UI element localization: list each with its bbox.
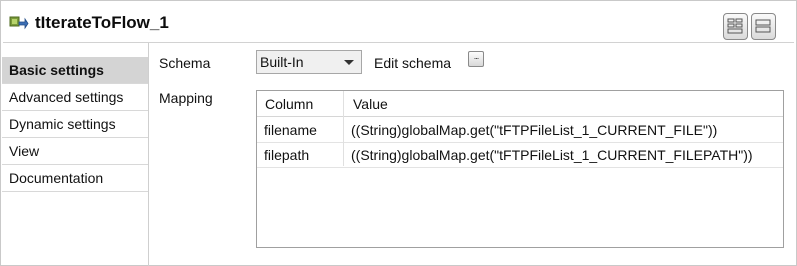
mapping-label: Mapping xyxy=(159,90,213,106)
sidebar-item-view[interactable]: View xyxy=(2,138,148,165)
chevron-down-icon xyxy=(344,60,354,65)
settings-sidebar: Basic settings Advanced settings Dynamic… xyxy=(2,57,148,192)
column-header-value[interactable]: Value xyxy=(353,96,388,112)
component-settings-panel: tIterateToFlow_1 Basic settings Advanced… xyxy=(0,0,797,266)
mapping-table: Column Value filename ((String)globalMap… xyxy=(256,90,784,248)
table-header: Column Value xyxy=(257,91,783,117)
sidebar-item-documentation[interactable]: Documentation xyxy=(2,165,148,192)
sidebar-item-dynamic-settings[interactable]: Dynamic settings xyxy=(2,111,148,138)
sidebar-item-basic-settings[interactable]: Basic settings xyxy=(2,57,148,84)
row-value-cell[interactable]: ((String)globalMap.get("tFTPFileList_1_C… xyxy=(351,122,717,138)
row-value-cell[interactable]: ((String)globalMap.get("tFTPFileList_1_C… xyxy=(351,147,753,163)
title-bar: tIterateToFlow_1 xyxy=(1,1,796,43)
schema-select[interactable]: Built-In xyxy=(256,50,362,74)
edit-schema-label: Edit schema xyxy=(374,55,452,71)
table-row[interactable]: filepath ((String)globalMap.get("tFTPFil… xyxy=(257,143,783,168)
sidebar-item-advanced-settings[interactable]: Advanced settings xyxy=(2,84,148,111)
layout-grid-button[interactable] xyxy=(723,13,748,40)
column-divider xyxy=(343,91,344,166)
sidebar-divider xyxy=(148,43,149,266)
table-row[interactable]: filename ((String)globalMap.get("tFTPFil… xyxy=(257,118,783,143)
row-column-cell[interactable]: filename xyxy=(264,122,317,138)
page-title: tIterateToFlow_1 xyxy=(35,13,169,32)
schema-label: Schema xyxy=(159,55,211,71)
component-icon xyxy=(9,14,29,32)
column-header-column[interactable]: Column xyxy=(265,96,313,112)
row-column-cell[interactable]: filepath xyxy=(264,147,309,163)
layout-rows-button[interactable] xyxy=(751,13,776,40)
title-divider xyxy=(3,42,794,43)
schema-select-value: Built-In xyxy=(260,54,304,70)
edit-schema-button[interactable]: ... xyxy=(468,51,484,67)
